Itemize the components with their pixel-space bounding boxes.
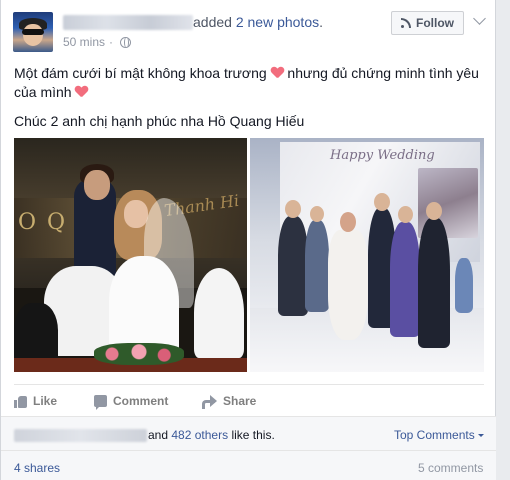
post-text: Một đám cưới bí mật không khoa trương nh… (14, 64, 484, 131)
divider (14, 384, 484, 385)
top-comments-label: Top Comments (394, 428, 475, 442)
photo-wedding-cake[interactable]: O Q Thanh Hi (14, 138, 247, 372)
action-period: . (319, 14, 324, 30)
post-timestamp[interactable]: 50 mins (63, 35, 105, 49)
likes-suffix: like this. (231, 428, 275, 442)
comments-count[interactable]: 5 comments (418, 461, 483, 475)
guest-head (310, 206, 324, 222)
guest-figure (418, 218, 450, 348)
feed-post: added 2 new photos. 50 mins · Follow Một… (0, 0, 496, 480)
guest-head (398, 206, 413, 223)
photo-wedding-group[interactable]: Happy Wedding (250, 138, 484, 372)
likes-and: and (148, 428, 169, 442)
guest-head (285, 200, 301, 218)
share-arrow-icon (202, 395, 217, 409)
post-actions: Like Comment Share (14, 392, 256, 410)
bride-head (340, 212, 356, 232)
like-button[interactable]: Like (14, 394, 94, 408)
post-text-part1: Một đám cưới bí mật không khoa trương (14, 65, 267, 81)
action-verb: added (193, 14, 232, 30)
avatar-glasses (22, 29, 44, 35)
cake-tier (109, 256, 179, 356)
groom-head (374, 193, 390, 211)
shares-link[interactable]: 4 shares (14, 461, 60, 475)
divider (1, 450, 496, 451)
meta-separator: · (109, 35, 114, 49)
post-action-text: added 2 new photos. (193, 14, 323, 30)
rss-icon (401, 18, 411, 28)
heart-icon (75, 86, 88, 98)
groom-head (84, 170, 110, 200)
share-label: Share (223, 394, 257, 408)
guest-figure (278, 216, 308, 316)
child-figure (455, 258, 473, 313)
comment-label: Comment (113, 394, 169, 408)
author-name-blurred[interactable] (63, 15, 193, 30)
scrollbar-track[interactable] (496, 0, 510, 480)
comment-bubble-icon (94, 395, 107, 410)
post-text-line2: Chúc 2 anh chị hạnh phúc nha Hồ Quang Hi… (14, 113, 305, 129)
happy-wedding-text: Happy Wedding (330, 148, 435, 163)
caret-down-icon (477, 433, 484, 437)
follow-label: Follow (416, 16, 454, 30)
post-text-line1: Một đám cưới bí mật không khoa trương nh… (14, 64, 484, 102)
likes-summary: and 482 others like this. (14, 428, 275, 442)
share-button[interactable]: Share (202, 394, 257, 409)
liker-names-blurred[interactable] (14, 428, 147, 442)
chevron-down-icon[interactable] (473, 12, 486, 25)
cake-tier (194, 268, 244, 358)
thumbs-up-icon (14, 395, 27, 408)
like-label: Like (33, 394, 58, 408)
flowers (94, 343, 184, 365)
guest-figure (390, 222, 420, 337)
bride-face (124, 200, 148, 228)
globe-icon[interactable] (120, 36, 132, 48)
likes-others-link[interactable]: 482 others (171, 428, 228, 442)
bride-figure (328, 230, 368, 340)
comment-button[interactable]: Comment (94, 394, 202, 410)
guest-figure (305, 220, 329, 312)
guest-head (426, 202, 442, 220)
new-photos-link[interactable]: 2 new photos (236, 14, 319, 30)
photo-banner-text: O Q (18, 210, 68, 235)
follow-button[interactable]: Follow (391, 11, 464, 35)
avatar-face (23, 24, 43, 46)
avatar[interactable] (13, 12, 53, 52)
heart-icon (271, 67, 284, 79)
top-comments-dropdown[interactable]: Top Comments (394, 428, 484, 442)
post-meta: 50 mins · (63, 35, 132, 49)
